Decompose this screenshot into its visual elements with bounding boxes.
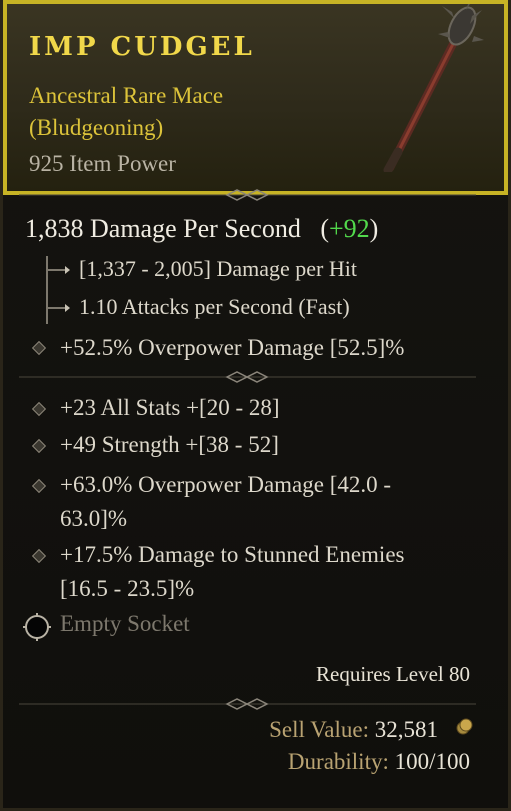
dps-delta: +92 [329, 214, 370, 243]
damage-per-second: 1,838 Damage Per Second (+92) [25, 214, 378, 244]
damage-per-hit: [1,337 - 2,005] Damage per Hit [79, 256, 357, 281]
sell-value-label: Sell Value: [269, 717, 369, 742]
bullet-diamond-icon [31, 478, 47, 494]
dps-value: 1,838 Damage Per Second [25, 214, 301, 243]
affix-all-stats: +23 All Stats +[20 - 28] [60, 395, 280, 420]
item-name: IMP CUDGEL [29, 32, 255, 62]
bullet-diamond-icon [31, 401, 47, 417]
empty-socket-label: Empty Socket [60, 611, 190, 636]
affix-overpower-line1: +63.0% Overpower Damage [42.0 - [60, 472, 392, 497]
divider-middle [19, 371, 476, 383]
divider-top [19, 189, 476, 201]
item-header: IMP CUDGEL Ancestral Rare Mace (Bludgeon… [3, 0, 508, 195]
bullet-diamond-icon [31, 438, 47, 454]
implicit-affix: +52.5% Overpower Damage [52.5]% [60, 335, 405, 360]
bullet-diamond-icon [31, 340, 47, 356]
mace-icon [383, 4, 484, 172]
durability-label: Durability: [287, 749, 389, 774]
bullet-diamond-icon [31, 548, 47, 564]
item-power: 925 Item Power [29, 151, 176, 176]
sell-value: Sell Value: 32,581 [269, 717, 438, 743]
item-type: Ancestral Rare Mace (Bludgeoning) [29, 83, 224, 140]
sell-value-amount: 32,581 [374, 717, 438, 742]
affix-stunned-line2: [16.5 - 23.5]% [60, 576, 195, 601]
socket-icon [23, 613, 51, 641]
durability-value: 100/100 [394, 749, 470, 774]
dps-delta-open: ( [320, 214, 329, 243]
divider-bottom [19, 698, 476, 710]
item-tooltip: IMP CUDGEL Ancestral Rare Mace (Bludgeon… [0, 0, 511, 811]
affix-strength: +49 Strength +[38 - 52] [60, 432, 279, 457]
attacks-per-second: 1.10 Attacks per Second (Fast) [79, 294, 350, 319]
durability: Durability: 100/100 [288, 749, 470, 775]
required-level: Requires Level 80 [316, 662, 470, 686]
affix-stunned-line1: +17.5% Damage to Stunned Enemies [60, 542, 405, 567]
affix-overpower-line2: 63.0]% [60, 506, 128, 531]
affix-stunned: +17.5% Damage to Stunned Enemies [16.5 -… [60, 538, 404, 606]
dps-delta-close: ) [369, 214, 379, 243]
gold-coin-icon [456, 718, 473, 735]
stat-tree-connector [46, 256, 70, 324]
affix-overpower: +63.0% Overpower Damage [42.0 - 63.0]% [60, 468, 391, 536]
